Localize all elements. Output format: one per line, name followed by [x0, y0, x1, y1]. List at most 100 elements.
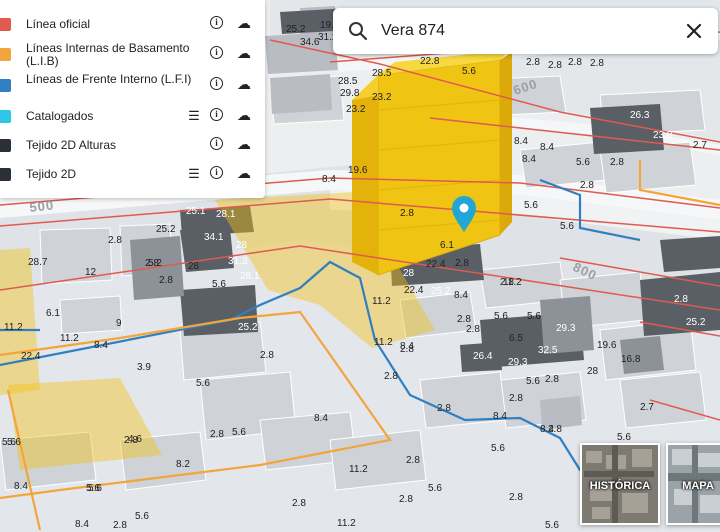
height-label: 8.4: [514, 136, 528, 147]
height-label: 23.2: [346, 104, 366, 115]
info-icon[interactable]: i: [210, 46, 223, 59]
list-icon[interactable]: ☰: [186, 108, 202, 124]
height-label: 5.6: [527, 311, 541, 322]
height-label: 11.2: [374, 337, 393, 348]
height-label: 9: [116, 318, 122, 329]
height-label: 25.2: [156, 224, 176, 235]
height-label: 5.6: [560, 221, 574, 232]
legend-item-lib[interactable]: Líneas Internas de Basamento (L.I.B) i ☁: [0, 40, 265, 69]
height-label: 22.4: [426, 259, 446, 270]
legend-label: Tejido 2D Alturas: [26, 138, 117, 152]
height-label: 5.6: [196, 378, 210, 389]
info-icon[interactable]: i: [210, 108, 223, 121]
height-label: 8.4: [14, 481, 28, 492]
height-label: 6.5: [509, 333, 523, 344]
cloud-download-icon[interactable]: ☁: [236, 136, 252, 152]
legend-item-catalogados[interactable]: Catalogados ☰ i ☁: [0, 102, 265, 131]
close-icon[interactable]: [684, 21, 704, 41]
height-label: 34.1: [204, 232, 224, 243]
height-label: 2.8: [548, 60, 562, 71]
height-label: 2.8: [292, 498, 306, 509]
basemap-label: MAPA: [682, 480, 714, 492]
legend-label: Tejido 2D: [26, 167, 77, 181]
info-icon[interactable]: i: [210, 77, 223, 90]
legend-swatch: [0, 18, 11, 31]
height-label: 2.8: [455, 258, 469, 269]
basemap-historica-thumbnail[interactable]: HISTÓRICA: [580, 443, 660, 525]
height-label: 2.8: [568, 57, 582, 68]
cloud-download-icon[interactable]: ☁: [236, 165, 252, 181]
height-label: 5.6: [576, 157, 590, 168]
legend-item-tejido-2d-alturas[interactable]: Tejido 2D Alturas i ☁: [0, 131, 265, 160]
height-label: 2.8: [400, 344, 414, 355]
height-label: 5.6: [524, 200, 538, 211]
height-label: 5.6: [232, 427, 246, 438]
height-label: 25.1: [186, 206, 206, 217]
height-label: 2.7: [693, 140, 707, 151]
height-label: 12: [85, 267, 97, 278]
height-label: 8.4: [522, 154, 536, 165]
height-label: 8.4: [314, 413, 328, 424]
height-label: 5.6: [545, 520, 559, 531]
height-label: 5.6: [88, 483, 102, 494]
height-label: 29.3: [556, 323, 576, 334]
height-label: 2.8: [526, 57, 540, 68]
height-label: 23.8: [653, 130, 673, 141]
height-label: 25.2: [286, 24, 306, 35]
height-label: 2.7: [640, 402, 654, 413]
height-label: 2.8: [108, 235, 122, 246]
height-label: 25.2: [686, 317, 706, 328]
height-label: 26.4: [473, 351, 493, 362]
legend-item-tejido-2d[interactable]: Tejido 2D ☰ i ☁: [0, 160, 265, 189]
height-label: 2.8: [406, 455, 420, 466]
height-label: 16.8: [621, 354, 641, 365]
height-label: 28.5: [338, 76, 358, 87]
height-label: 11.2: [372, 296, 391, 307]
height-label: 5.6: [617, 432, 631, 443]
height-label: 2.8: [509, 393, 523, 404]
list-icon[interactable]: ☰: [186, 166, 202, 182]
info-icon[interactable]: i: [210, 137, 223, 150]
height-label: 8.4: [75, 519, 89, 530]
height-label: 3.9: [137, 362, 151, 373]
height-label: 8.4: [540, 142, 554, 153]
height-label: 19.6: [597, 340, 617, 351]
height-label: 8.4: [454, 290, 468, 301]
height-label: 5.6: [212, 279, 226, 290]
legend-item-lfi[interactable]: Líneas de Frente Interno (L.F.I) i ☁: [0, 71, 265, 100]
height-label: 6.1: [46, 308, 60, 319]
height-label: 5.6: [462, 66, 476, 77]
search-box: [333, 8, 718, 54]
basemap-mapa-thumbnail[interactable]: MAPA: [666, 443, 720, 525]
height-label: 2.8: [466, 324, 480, 335]
height-label: 2.8: [610, 157, 624, 168]
height-label: 5.6: [494, 311, 508, 322]
legend-item-linea-oficial[interactable]: Línea oficial i ☁: [0, 10, 265, 39]
cloud-download-icon[interactable]: ☁: [236, 107, 252, 123]
height-label: 2.8: [260, 350, 274, 361]
height-label: 29.8: [340, 88, 360, 99]
cloud-download-icon[interactable]: ☁: [236, 45, 252, 61]
layer-legend: Línea oficial i ☁ Líneas Internas de Bas…: [0, 0, 265, 198]
height-label: 8.4: [493, 411, 507, 422]
legend-label: Línea oficial: [26, 17, 91, 31]
height-label: 2.8: [437, 403, 451, 414]
info-icon[interactable]: i: [210, 16, 223, 29]
cloud-download-icon[interactable]: ☁: [236, 76, 252, 92]
height-label: 5.6: [526, 376, 540, 387]
height-label: 2.8: [384, 371, 398, 382]
height-label: 8.4: [540, 424, 554, 435]
height-label: 22.4: [21, 351, 41, 362]
cloud-download-icon[interactable]: ☁: [236, 15, 252, 31]
legend-swatch: [0, 168, 11, 181]
search-input[interactable]: [381, 20, 661, 42]
height-label: 11.2: [4, 322, 23, 333]
height-label: 6.1: [440, 240, 454, 251]
height-label: 28.1: [240, 271, 260, 282]
info-icon[interactable]: i: [210, 166, 223, 179]
height-label: 5.6: [428, 483, 442, 494]
search-icon[interactable]: [348, 21, 368, 41]
height-label: 11.2: [337, 518, 356, 529]
height-label: 8.4: [94, 340, 108, 351]
height-label: 2.8: [399, 494, 413, 505]
